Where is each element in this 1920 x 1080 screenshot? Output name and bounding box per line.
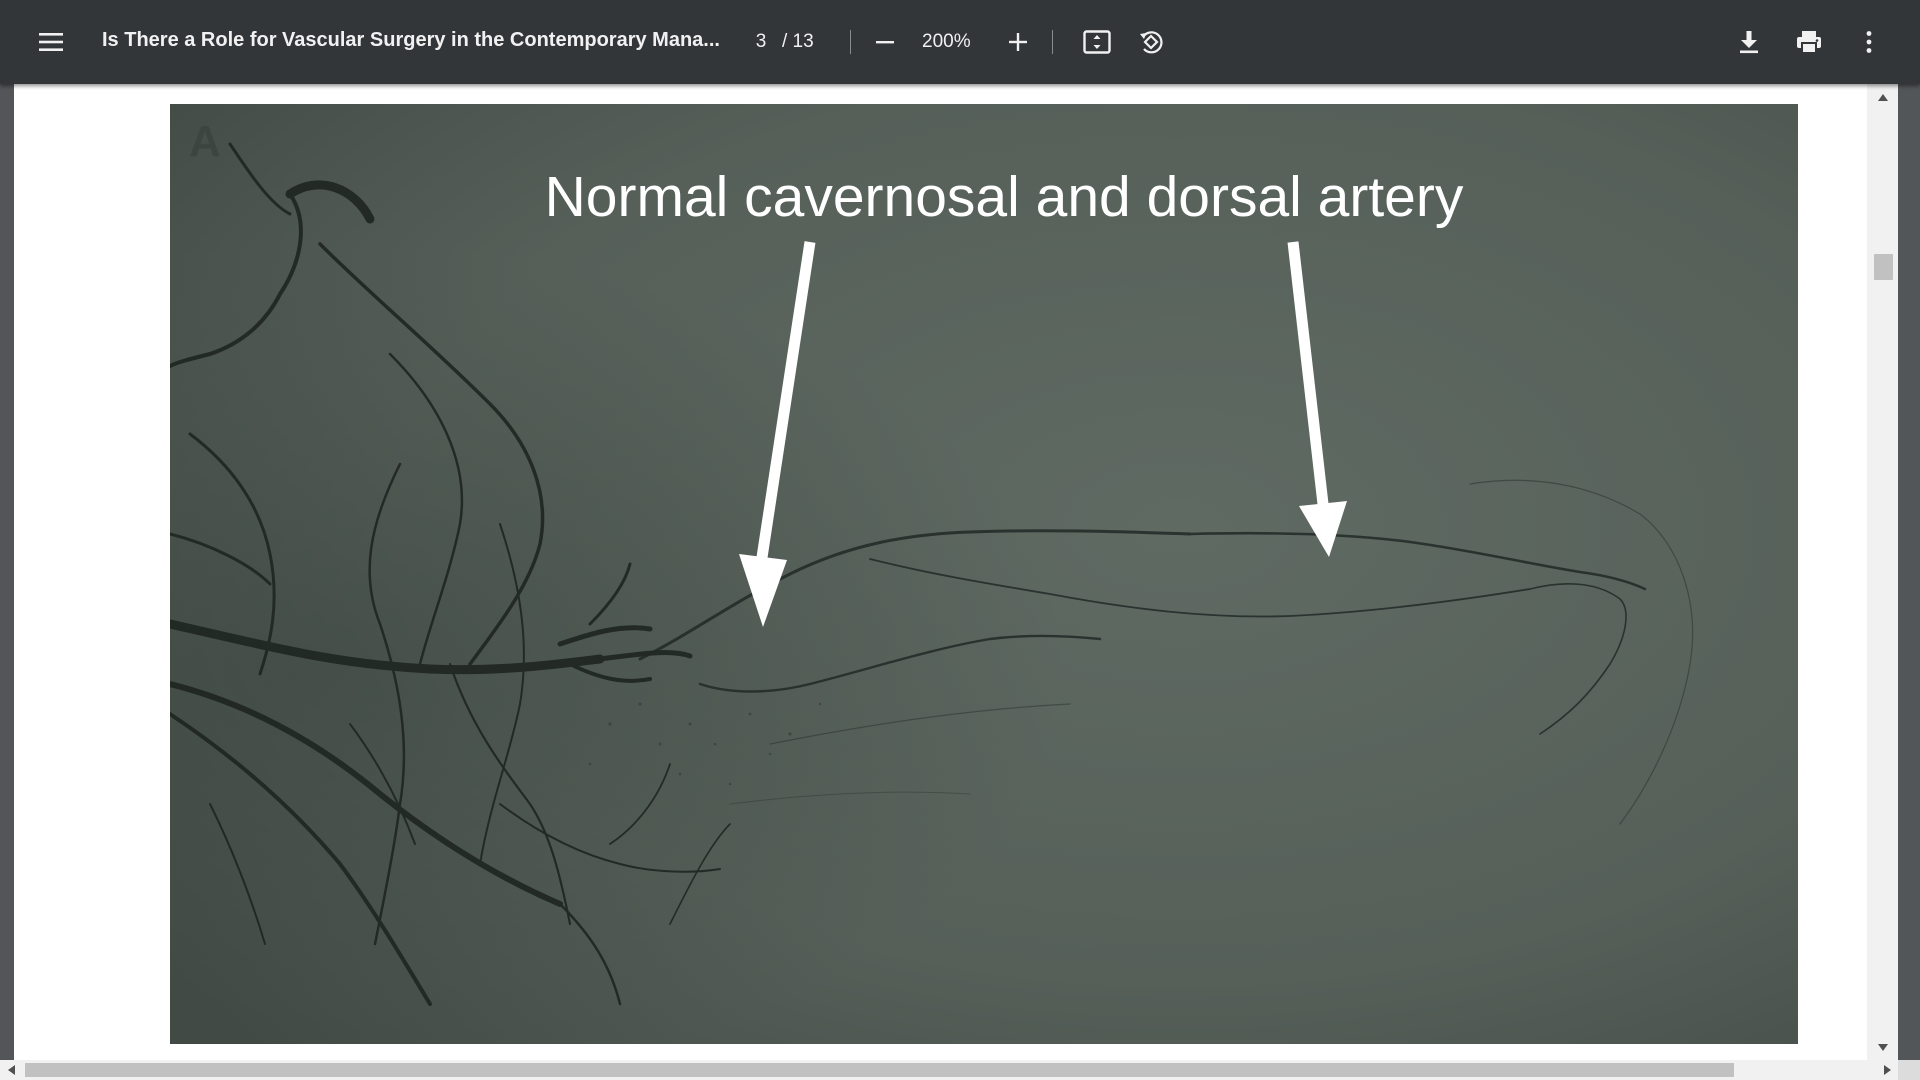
arrow-right-icon bbox=[1883, 1065, 1891, 1075]
rotate-button[interactable] bbox=[1127, 18, 1175, 66]
page-number-input[interactable] bbox=[741, 25, 781, 59]
download-icon bbox=[1740, 31, 1758, 54]
scroll-right-button[interactable] bbox=[1876, 1060, 1898, 1080]
zoom-in-button[interactable] bbox=[994, 18, 1042, 66]
arrow-down-icon bbox=[1877, 1043, 1888, 1051]
scrollbar-corner bbox=[1898, 1060, 1920, 1080]
scroll-down-button[interactable] bbox=[1867, 1034, 1898, 1060]
document-title: Is There a Role for Vascular Surgery in … bbox=[102, 29, 720, 51]
toolbar-divider bbox=[850, 30, 851, 54]
pdf-toolbar: Is There a Role for Vascular Surgery in … bbox=[0, 0, 1920, 84]
angiogram-figure: A Normal cavernosal and dorsal artery bbox=[170, 104, 1798, 1044]
fit-to-page-button[interactable] bbox=[1073, 18, 1121, 66]
toolbar-divider bbox=[1052, 30, 1053, 54]
angiogram-image: A Normal cavernosal and dorsal artery bbox=[170, 104, 1798, 1044]
more-actions-button[interactable] bbox=[1845, 18, 1893, 66]
download-button[interactable] bbox=[1725, 18, 1773, 66]
arrow-up-icon bbox=[1877, 93, 1888, 101]
more-vertical-icon bbox=[1866, 31, 1872, 53]
horizontal-scroll-thumb[interactable] bbox=[25, 1063, 1734, 1077]
scroll-up-button[interactable] bbox=[1867, 84, 1898, 110]
menu-icon bbox=[39, 33, 63, 51]
rotate-icon bbox=[1140, 31, 1163, 54]
horizontal-scrollbar[interactable] bbox=[0, 1060, 1898, 1080]
print-button[interactable] bbox=[1785, 18, 1833, 66]
arrow-left-icon bbox=[7, 1065, 15, 1075]
scroll-left-button[interactable] bbox=[0, 1060, 22, 1080]
zoom-level[interactable]: 200% bbox=[922, 31, 971, 53]
fit-to-page-icon bbox=[1083, 30, 1111, 54]
minus-icon bbox=[876, 41, 894, 44]
pdf-viewer[interactable]: A Normal cavernosal and dorsal artery bbox=[0, 84, 1920, 1080]
figure-caption: Normal cavernosal and dorsal artery bbox=[545, 165, 1464, 229]
page-total: / 13 bbox=[782, 31, 814, 52]
menu-button[interactable] bbox=[27, 18, 75, 66]
print-icon bbox=[1797, 31, 1821, 54]
pdf-page: A Normal cavernosal and dorsal artery bbox=[14, 84, 1867, 1060]
vertical-scroll-thumb[interactable] bbox=[1874, 254, 1893, 280]
zoom-out-button[interactable] bbox=[861, 18, 909, 66]
plus-icon bbox=[1009, 33, 1027, 51]
figure-panel-letter: A bbox=[189, 117, 221, 166]
vertical-scrollbar[interactable] bbox=[1867, 84, 1898, 1060]
